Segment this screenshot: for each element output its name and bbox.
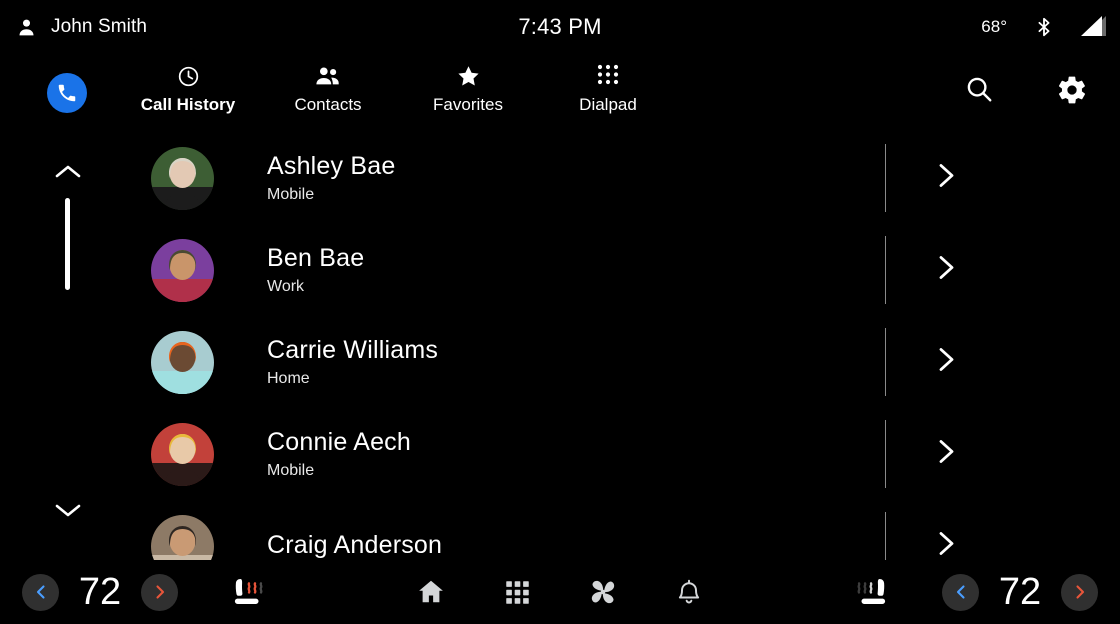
dialpad-icon (597, 64, 619, 88)
passenger-temp-increase-button[interactable] (1061, 573, 1098, 611)
contact-name: Ben Bae (267, 243, 365, 272)
avatar (151, 514, 214, 560)
row-divider (885, 328, 886, 396)
phone-app-icon[interactable] (47, 73, 87, 113)
contact-text: Ashley Bae Mobile (267, 151, 395, 206)
chevron-right-icon[interactable] (936, 531, 958, 561)
driver-temperature-value: 72 (78, 570, 122, 613)
infotainment-screen: John Smith 7:43 PM 68° Call History Cont… (0, 0, 1120, 624)
contact-text: Connie Aech Mobile (267, 427, 411, 482)
row-divider (885, 420, 886, 488)
contact-name: Craig Anderson (267, 530, 443, 559)
driver-temp-increase-button[interactable] (141, 573, 178, 611)
status-bar: John Smith 7:43 PM 68° (0, 0, 1120, 54)
tab-call-history[interactable]: Call History (118, 54, 258, 132)
tab-contacts[interactable]: Contacts (258, 54, 398, 132)
avatar (151, 146, 214, 210)
passenger-temp-decrease-button[interactable] (942, 573, 979, 611)
app-bar: Call History Contacts Favorites Dialpad (0, 54, 1120, 132)
contact-name: Connie Aech (267, 427, 411, 456)
app-tabs: Call History Contacts Favorites Dialpad (118, 54, 678, 132)
contact-name: Carrie Williams (267, 335, 439, 364)
passenger-climate-control: 72 (942, 560, 1098, 624)
bell-icon[interactable] (646, 560, 732, 624)
tab-dialpad[interactable]: Dialpad (538, 54, 678, 132)
chevron-right-icon[interactable] (936, 439, 958, 470)
avatar (151, 238, 214, 302)
chevron-right-icon[interactable] (936, 163, 958, 194)
tab-label: Dialpad (579, 95, 637, 114)
star-icon (456, 64, 481, 88)
contact-name: Ashley Bae (267, 151, 396, 180)
status-bar-indicators: 68° (981, 15, 1106, 39)
tab-label: Favorites (433, 95, 503, 114)
contact-row[interactable]: Craig Anderson (0, 500, 1120, 560)
contact-row[interactable]: Carrie Williams Home (0, 316, 1120, 408)
contact-label: Work (267, 277, 305, 295)
passenger-temperature-value: 72 (998, 570, 1042, 613)
contact-list-area: Ashley Bae Mobile Ben Bae Work Carrie Willia… (0, 132, 1120, 560)
fan-icon[interactable] (560, 560, 646, 624)
heated-seat-on-icon[interactable] (228, 560, 272, 624)
heated-seat-off-icon[interactable] (848, 560, 892, 624)
signal-bars-icon (1081, 16, 1106, 38)
row-divider (885, 236, 886, 304)
gear-icon[interactable] (1056, 74, 1088, 106)
avatar (151, 330, 214, 394)
contact-row[interactable]: Ben Bae Work (0, 224, 1120, 316)
chevron-right-icon[interactable] (936, 347, 958, 378)
bottom-bar: 72 72 (0, 560, 1120, 624)
people-icon (315, 64, 341, 88)
chevron-right-icon[interactable] (936, 255, 958, 286)
bluetooth-icon[interactable] (1033, 15, 1055, 39)
contact-label: Mobile (267, 185, 315, 203)
row-divider (885, 144, 886, 212)
contact-text: Ben Bae Work (267, 243, 364, 298)
tab-label: Call History (140, 95, 236, 114)
outside-temperature: 68° (981, 17, 1007, 36)
search-icon[interactable] (964, 74, 994, 106)
contact-label: Mobile (267, 461, 315, 479)
driver-climate-control: 72 (22, 560, 178, 624)
tab-label: Contacts (294, 95, 362, 114)
clock-icon (177, 64, 200, 88)
contact-label: Home (267, 369, 310, 387)
contact-text: Craig Anderson (267, 530, 442, 561)
contact-text: Carrie Williams Home (267, 335, 438, 390)
tab-favorites[interactable]: Favorites (398, 54, 538, 132)
contact-row[interactable]: Ashley Bae Mobile (0, 132, 1120, 224)
app-bar-actions (964, 74, 1088, 106)
contact-rows: Ashley Bae Mobile Ben Bae Work Carrie Willia… (0, 132, 1120, 560)
row-divider (885, 512, 886, 560)
driver-temp-decrease-button[interactable] (22, 573, 59, 611)
avatar (151, 422, 214, 486)
contact-row[interactable]: Connie Aech Mobile (0, 408, 1120, 500)
home-icon[interactable] (388, 560, 474, 624)
apps-grid-icon[interactable] (474, 560, 560, 624)
clock: 7:43 PM (518, 14, 602, 39)
